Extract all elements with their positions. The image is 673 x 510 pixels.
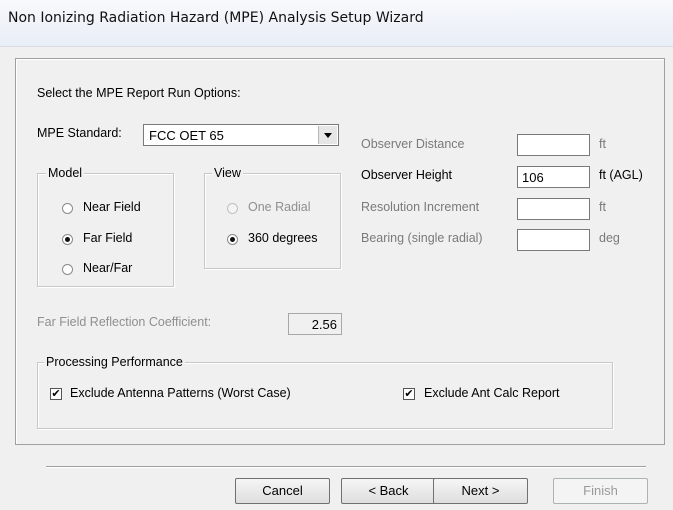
- radio-near-far[interactable]: [62, 264, 73, 275]
- window-title: Non Ionizing Radiation Hazard (MPE) Anal…: [8, 10, 424, 26]
- mpe-standard-value: FCC OET 65: [149, 128, 224, 143]
- next-button[interactable]: Next >: [433, 478, 528, 504]
- radio-360-degrees-label[interactable]: 360 degrees: [248, 231, 318, 245]
- resolution-increment-input[interactable]: [517, 198, 590, 220]
- view-legend: View: [212, 166, 243, 180]
- resolution-increment-label: Resolution Increment: [361, 200, 480, 214]
- radio-one-radial-label[interactable]: One Radial: [248, 200, 311, 214]
- reflection-coefficient-input[interactable]: 2.56: [288, 313, 342, 335]
- observer-height-label: Observer Height: [361, 168, 453, 182]
- processing-legend: Processing Performance: [44, 355, 185, 369]
- mpe-standard-label: MPE Standard:: [37, 126, 122, 140]
- exclude-report-label[interactable]: Exclude Ant Calc Report: [424, 386, 560, 400]
- observer-distance-unit: ft: [599, 137, 606, 151]
- bearing-unit: deg: [599, 231, 620, 245]
- resolution-increment-unit: ft: [599, 200, 606, 214]
- cancel-button[interactable]: Cancel: [235, 478, 330, 504]
- radio-one-radial[interactable]: [227, 203, 238, 214]
- chevron-down-icon[interactable]: [318, 126, 337, 144]
- bearing-input[interactable]: [517, 229, 590, 251]
- reflection-coefficient-label: Far Field Reflection Coefficient:: [37, 315, 212, 329]
- radio-far-field[interactable]: [62, 234, 73, 245]
- radio-360-degrees[interactable]: [227, 234, 238, 245]
- model-legend: Model: [46, 166, 85, 180]
- radio-near-field-label[interactable]: Near Field: [83, 200, 141, 214]
- finish-button[interactable]: Finish: [553, 478, 648, 504]
- exclude-patterns-checkbox[interactable]: ✔: [50, 388, 62, 400]
- exclude-report-checkbox[interactable]: ✔: [403, 388, 415, 400]
- exclude-patterns-label[interactable]: Exclude Antenna Patterns (Worst Case): [70, 386, 291, 400]
- observer-height-unit: ft (AGL): [599, 168, 643, 182]
- radio-near-far-label[interactable]: Near/Far: [83, 261, 132, 275]
- view-group: [204, 173, 341, 269]
- observer-height-input[interactable]: 106: [517, 166, 590, 188]
- radio-far-field-label[interactable]: Far Field: [83, 231, 132, 245]
- observer-distance-label: Observer Distance: [361, 137, 465, 151]
- button-separator: [46, 466, 646, 468]
- title-bar: Non Ionizing Radiation Hazard (MPE) Anal…: [0, 0, 673, 47]
- back-button[interactable]: < Back: [341, 478, 436, 504]
- bearing-label: Bearing (single radial): [361, 231, 483, 245]
- radio-near-field[interactable]: [62, 203, 73, 214]
- prompt-label: Select the MPE Report Run Options:: [37, 86, 241, 100]
- observer-distance-input[interactable]: [517, 134, 590, 156]
- mpe-standard-select[interactable]: FCC OET 65: [143, 124, 339, 146]
